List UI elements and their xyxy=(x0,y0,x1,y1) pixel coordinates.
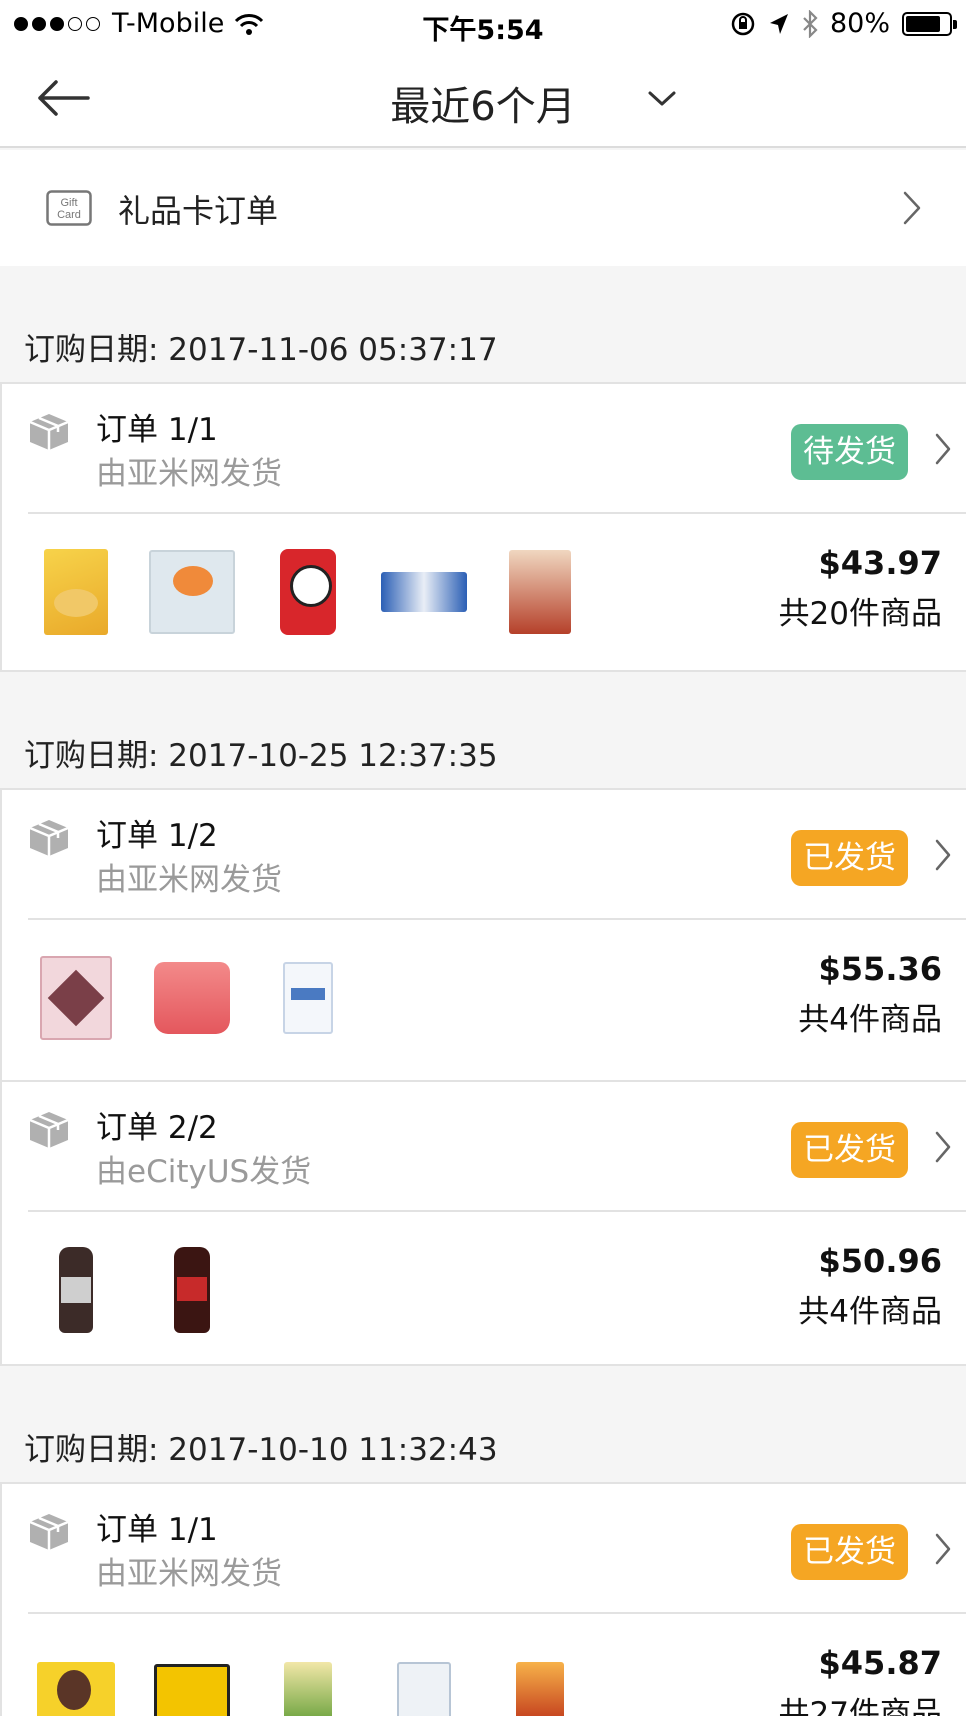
sub-order-header[interactable]: 订单 1/2 由亚米网发货 已发货 xyxy=(2,790,966,918)
product-image-salted-egg xyxy=(142,542,242,642)
chevron-right-icon xyxy=(935,433,951,465)
gift-card-icon-text-2: Card xyxy=(57,209,81,221)
item-count: 共4件商品 xyxy=(798,1002,942,1038)
item-count: 共4件商品 xyxy=(798,1294,942,1330)
status-badge: 待发货 xyxy=(791,424,908,480)
order-number: 订单 2/2 xyxy=(96,1110,218,1146)
status-badge: 已发货 xyxy=(791,830,908,886)
product-image-vika-snack xyxy=(26,1642,126,1716)
product-image-supplement-bottle xyxy=(26,1240,126,1340)
location-arrow-icon xyxy=(769,13,788,34)
status-badge: 已发货 xyxy=(791,1524,908,1580)
gift-card-orders-row[interactable]: Gift Card 礼品卡订单 xyxy=(0,150,966,266)
order-date-header: 订购日期: 2017-10-10 11:32:43 xyxy=(24,1432,498,1468)
sub-order-items[interactable]: $45.87 共27件商品 xyxy=(2,1614,966,1716)
time-range-title[interactable]: 最近6个月 xyxy=(0,74,966,132)
order-price: $55.36 xyxy=(818,950,942,988)
order-date-header: 订购日期: 2017-11-06 05:37:17 xyxy=(24,332,498,368)
product-image-milk-can xyxy=(258,542,358,642)
order-group-card: 订单 1/1 由亚米网发货 已发货 $45.87 共27件商品 xyxy=(0,1482,966,1716)
order-number: 订单 1/1 xyxy=(96,1512,218,1548)
sub-order-header[interactable]: 订单 1/1 由亚米网发货 已发货 xyxy=(2,1484,966,1612)
order-number: 订单 1/2 xyxy=(96,818,218,854)
package-icon xyxy=(29,414,69,450)
item-count: 共20件商品 xyxy=(778,596,942,632)
package-icon xyxy=(29,820,69,856)
sub-order-header[interactable]: 订单 1/1 由亚米网发货 待发货 xyxy=(2,384,966,512)
product-thumbnails xyxy=(26,542,606,642)
product-image-instant-noodle xyxy=(258,1642,358,1716)
gift-card-icon: Gift Card xyxy=(46,190,92,226)
nav-bar: 最近6个月 xyxy=(0,48,966,148)
shipper-label: 由亚米网发货 xyxy=(96,456,282,492)
item-count: 共27件商品 xyxy=(778,1696,942,1716)
shipper-label: 由eCityUS发货 xyxy=(96,1154,312,1190)
order-date-header: 订购日期: 2017-10-25 12:37:35 xyxy=(24,738,498,774)
product-image-konjac xyxy=(374,1642,474,1716)
shipper-label: 由亚米网发货 xyxy=(96,862,282,898)
order-price: $43.97 xyxy=(818,544,942,582)
order-group-card: 订单 1/1 由亚米网发货 待发货 $43.97 共20件商品 xyxy=(0,382,966,672)
package-icon xyxy=(29,1112,69,1148)
product-image-eyeshadow-palette xyxy=(26,948,126,1048)
order-price: $45.87 xyxy=(818,1644,942,1682)
rotation-lock-icon xyxy=(731,12,755,35)
bluetooth-icon xyxy=(803,9,818,38)
product-image-instant-noodle-spicy xyxy=(490,1642,590,1716)
chevron-right-icon xyxy=(935,1131,951,1163)
order-group-card: 订单 1/2 由亚米网发货 已发货 $55.36 共4件商品 订单 2/2 由e… xyxy=(0,788,966,1366)
product-thumbnails xyxy=(26,948,374,1048)
status-badge: 已发货 xyxy=(791,1122,908,1178)
sub-order[interactable]: 订单 1/1 由亚米网发货 待发货 $43.97 共20件商品 xyxy=(2,384,966,674)
battery-percent: 80% xyxy=(829,8,890,39)
battery-fill xyxy=(906,15,940,32)
gift-card-label: 礼品卡订单 xyxy=(118,192,279,230)
chevron-right-icon xyxy=(903,191,921,225)
shipper-label: 由亚米网发货 xyxy=(96,1556,282,1592)
sub-order-items[interactable]: $43.97 共20件商品 xyxy=(2,514,966,672)
battery-icon xyxy=(902,11,957,36)
sub-order[interactable]: 订单 1/2 由亚米网发货 已发货 $55.36 共4件商品 xyxy=(2,790,966,1080)
order-price: $50.96 xyxy=(818,1242,942,1280)
chevron-down-icon[interactable] xyxy=(644,84,680,112)
product-image-chlorophyll-bottle xyxy=(142,1240,242,1340)
chevron-right-icon xyxy=(935,839,951,871)
product-image-face-mask-box xyxy=(258,948,358,1048)
sub-order[interactable]: 订单 1/1 由亚米网发货 已发货 $45.87 共27件商品 xyxy=(2,1484,966,1716)
product-thumbnails xyxy=(26,1240,258,1340)
status-right: 80% xyxy=(718,8,957,39)
sub-order-items[interactable]: $55.36 共4件商品 xyxy=(2,920,966,1078)
chevron-right-icon xyxy=(935,1533,951,1565)
product-thumbnails xyxy=(26,1642,606,1716)
product-image-pancake-box xyxy=(142,1642,242,1716)
product-image-chips xyxy=(26,542,126,642)
product-image-snack-pack xyxy=(374,542,474,642)
sub-order-items[interactable]: $50.96 共4件商品 xyxy=(2,1212,966,1370)
gift-card-icon-text-1: Gift xyxy=(60,197,77,209)
sub-order-header[interactable]: 订单 2/2 由eCityUS发货 已发货 xyxy=(2,1082,966,1210)
status-bar: T-Mobile 下午5:54 80% xyxy=(0,0,966,48)
package-icon xyxy=(29,1514,69,1550)
sub-order[interactable]: 订单 2/2 由eCityUS发货 已发货 $50.96 共4件商品 xyxy=(2,1080,966,1370)
product-image-lip-mask xyxy=(142,948,242,1048)
product-image-spicy-noodles xyxy=(490,542,590,642)
order-number: 订单 1/1 xyxy=(96,412,218,448)
